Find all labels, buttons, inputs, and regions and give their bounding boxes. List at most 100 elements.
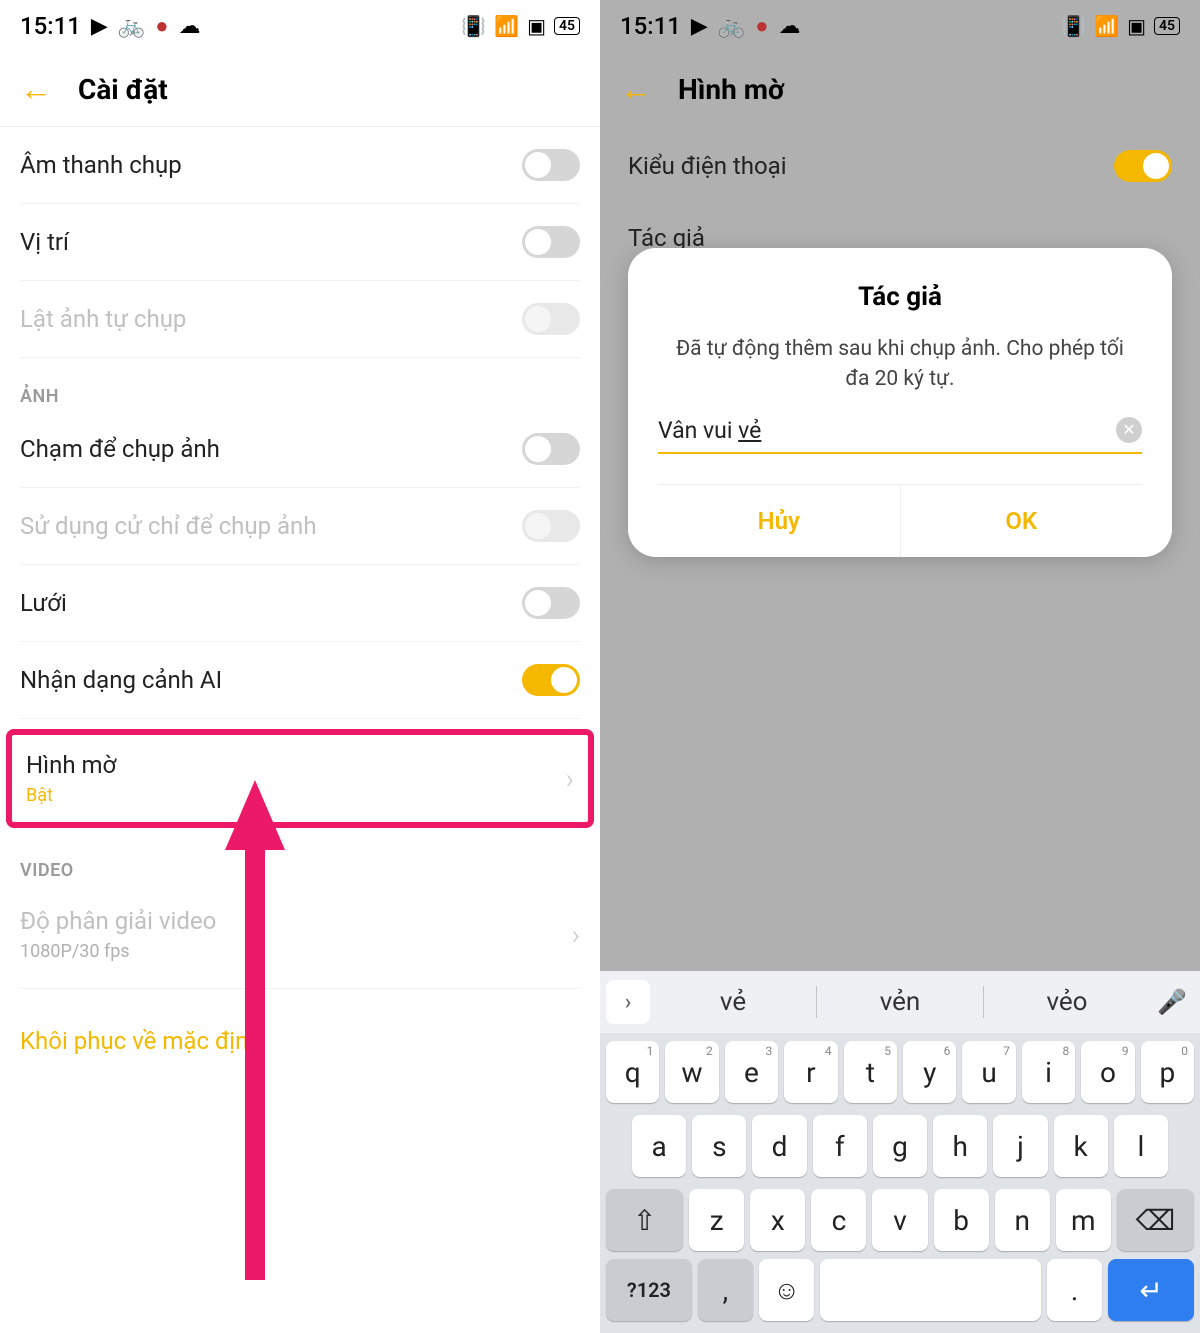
header: ← Hình mờ [600,48,1200,126]
shutter-sound-toggle[interactable] [522,149,580,181]
row-label: Vị trí [20,228,69,256]
mic-icon[interactable]: 🎤 [1150,980,1194,1024]
symbols-key[interactable]: ?123 [606,1259,692,1321]
battery-indicator: 45 [554,17,580,35]
author-input[interactable]: Vân vui vẻ ✕ [658,417,1142,454]
suggestion-item[interactable]: vẻ [654,979,812,1025]
ai-scene-row[interactable]: Nhận dạng cảnh AI [20,642,580,719]
watermark-row[interactable]: Hình mờ Bật › [6,729,594,828]
expand-suggestions-icon[interactable]: › [606,980,650,1024]
key-x[interactable]: x [750,1189,805,1251]
key-l[interactable]: l [1114,1115,1168,1177]
key-z[interactable]: z [689,1189,744,1251]
section-video-label: VIDEO [20,832,580,885]
page-title: Cài đặt [78,73,168,106]
phone-model-toggle[interactable] [1114,150,1172,182]
grid-row[interactable]: Lưới [20,565,580,642]
key-h[interactable]: h [933,1115,987,1177]
back-arrow-icon[interactable]: ← [620,70,652,108]
key-e[interactable]: e3 [725,1041,778,1103]
shift-key[interactable]: ⇧ [606,1189,683,1251]
gesture-shoot-toggle [522,510,580,542]
key-r[interactable]: r4 [784,1041,837,1103]
wifi-icon: 📶 [494,14,519,38]
row-label: Âm thanh chụp [20,151,182,179]
ai-scene-toggle[interactable] [522,664,580,696]
emoji-key[interactable]: ☺ [759,1259,814,1321]
grid-toggle[interactable] [522,587,580,619]
settings-screen: 15:11 ▶ 🚲 ● ☁ 📳 📶 ▣ 45 ← Cài đặt Âm than… [0,0,600,1333]
chevron-right-icon: › [572,918,580,951]
status-bar: 15:11 ▶ 🚲 ● ☁ 📳 📶 ▣ 45 [600,0,1200,48]
key-k[interactable]: k [1054,1115,1108,1177]
flip-selfie-row: Lật ảnh tự chụp [20,281,580,358]
key-s[interactable]: s [692,1115,746,1177]
row-label: Nhận dạng cảnh AI [20,666,222,694]
vibrate-icon: 📳 [461,14,486,38]
key-f[interactable]: f [813,1115,867,1177]
space-key[interactable] [820,1259,1041,1321]
dialog-description: Đã tự động thêm sau khi chụp ảnh. Cho ph… [658,334,1142,395]
cloud-icon: ☁ [779,14,801,39]
row-sub: 1080P/30 fps [20,941,216,962]
video-res-row: Độ phân giải video 1080P/30 fps › [20,885,580,984]
author-label: Tác giả [628,202,1172,252]
page-title: Hình mờ [678,73,784,106]
flip-selfie-toggle [522,303,580,335]
tap-to-shoot-toggle[interactable] [522,433,580,465]
key-t[interactable]: t5 [844,1041,897,1103]
key-q[interactable]: q1 [606,1041,659,1103]
battery-indicator: 45 [1154,17,1180,35]
row-label: Hình mờ [26,751,116,779]
location-row[interactable]: Vị trí [20,204,580,281]
wifi-icon: 📶 [1094,14,1119,38]
key-y[interactable]: y6 [903,1041,956,1103]
row-sub: Bật [26,785,116,806]
key-n[interactable]: n [995,1189,1050,1251]
key-m[interactable]: m [1056,1189,1111,1251]
cloud-icon: ☁ [179,14,201,39]
back-arrow-icon[interactable]: ← [20,70,52,108]
key-d[interactable]: d [752,1115,806,1177]
suggestion-item[interactable]: vẻo [988,979,1146,1025]
key-g[interactable]: g [873,1115,927,1177]
key-a[interactable]: a [632,1115,686,1177]
key-j[interactable]: j [993,1115,1047,1177]
key-p[interactable]: p0 [1141,1041,1194,1103]
key-i[interactable]: i8 [1022,1041,1075,1103]
bike-icon: 🚲 [118,14,145,39]
clear-input-icon[interactable]: ✕ [1116,417,1142,443]
cancel-button[interactable]: Hủy [658,485,900,557]
restore-defaults-button[interactable]: Khôi phục về mặc định [20,988,580,1085]
vibrate-icon: 📳 [1061,14,1086,38]
backspace-key[interactable]: ⌫ [1117,1189,1194,1251]
shutter-sound-row[interactable]: Âm thanh chụp [20,127,580,204]
watermark-screen: 15:11 ▶ 🚲 ● ☁ 📳 📶 ▣ 45 ← Hình mờ Kiểu đi… [600,0,1200,1333]
row-label: Lật ảnh tự chụp [20,305,186,333]
key-o[interactable]: o9 [1081,1041,1134,1103]
enter-key[interactable]: ↵ [1108,1259,1194,1321]
key-c[interactable]: c [811,1189,866,1251]
tap-to-shoot-row[interactable]: Chạm để chụp ảnh [20,411,580,488]
section-photo-label: ẢNH [20,358,580,411]
suggestion-bar: › vẻ vẻn vẻo 🎤 [600,971,1200,1033]
suggestion-item[interactable]: vẻn [821,979,979,1025]
status-time: 15:11 [20,12,81,40]
phone-model-row[interactable]: Kiểu điện thoại [628,126,1172,202]
header: ← Cài đặt [0,48,600,127]
row-label: Sử dụng cử chỉ để chụp ảnh [20,512,317,540]
key-w[interactable]: w2 [665,1041,718,1103]
row-label: Lưới [20,589,67,617]
ok-button[interactable]: OK [900,485,1143,557]
key-v[interactable]: v [872,1189,927,1251]
comma-key[interactable]: , [698,1259,753,1321]
row-label: Độ phân giải video [20,907,216,935]
keyboard: › vẻ vẻn vẻo 🎤 q1w2e3r4t5y6u7i8o9p0 asdf… [600,971,1200,1333]
key-u[interactable]: u7 [962,1041,1015,1103]
location-toggle[interactable] [522,226,580,258]
youtube-icon: ▶ [91,14,108,39]
period-key[interactable]: . [1047,1259,1102,1321]
key-b[interactable]: b [934,1189,989,1251]
status-bar: 15:11 ▶ 🚲 ● ☁ 📳 📶 ▣ 45 [0,0,600,48]
youtube-icon: ▶ [691,14,708,39]
